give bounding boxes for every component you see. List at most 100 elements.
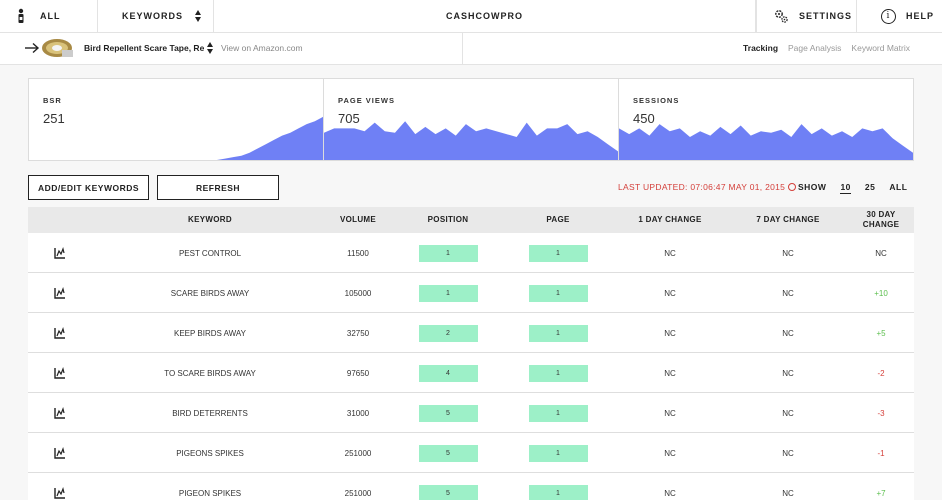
day7-change-cell: NC bbox=[782, 448, 794, 458]
page-pill: 1 bbox=[528, 404, 588, 422]
position-cell: 1 bbox=[408, 273, 488, 313]
day30-change-cell: -1 bbox=[877, 448, 885, 458]
line-chart-icon[interactable] bbox=[54, 247, 66, 259]
position-cell: 5 bbox=[408, 393, 488, 433]
sparkline-area bbox=[619, 124, 913, 160]
product-dropdown-icon[interactable] bbox=[207, 42, 213, 54]
stat-label: BSR bbox=[43, 96, 62, 105]
table-header: KEYWORD VOLUME POSITION PAGE 1 DAY CHANG… bbox=[28, 207, 914, 233]
nav-all[interactable]: ALL bbox=[0, 0, 98, 32]
page-pill: 1 bbox=[528, 484, 588, 500]
chart-icon-cell[interactable] bbox=[48, 233, 72, 273]
col-keyword[interactable]: KEYWORD bbox=[128, 207, 292, 233]
page-pill: 1 bbox=[528, 444, 588, 462]
stat-card-bsr: BSR 251 bbox=[29, 79, 324, 160]
stats-panel: BSR 251 PAGE VIEWS 705 SESSIONS 450 bbox=[28, 78, 914, 161]
keyword-table: PEST CONTROL 11500 1 1 NC NC NC SCARE BI… bbox=[28, 233, 914, 500]
position-pill: 2 bbox=[418, 324, 478, 342]
volume-cell: 251000 bbox=[344, 448, 372, 458]
table-row: BIRD DETERRENTS 31000 5 1 NC NC -3 bbox=[28, 393, 914, 433]
page-cell: 1 bbox=[518, 273, 598, 313]
chart-icon-cell[interactable] bbox=[48, 473, 72, 500]
stat-label: PAGE VIEWS bbox=[338, 96, 395, 105]
brand-title: CASHCOWPRO bbox=[214, 0, 756, 32]
col-7-day-change[interactable]: 7 DAY CHANGE bbox=[738, 207, 838, 233]
arrow-right-icon[interactable] bbox=[24, 42, 40, 54]
nav-keywords[interactable]: KEYWORDS bbox=[98, 0, 214, 32]
nav-settings[interactable]: SETTINGS bbox=[756, 0, 857, 32]
page-cell: 1 bbox=[518, 233, 598, 273]
day7-change-cell: NC bbox=[782, 248, 794, 258]
page-cell: 1 bbox=[518, 473, 598, 500]
position-pill: 1 bbox=[418, 284, 478, 302]
col-position[interactable]: POSITION bbox=[408, 207, 488, 233]
day30-change-cell: +10 bbox=[874, 288, 888, 298]
day7-change-cell: NC bbox=[782, 368, 794, 378]
day7-change-cell: NC bbox=[782, 408, 794, 418]
table-row: KEEP BIRDS AWAY 32750 2 1 NC NC +5 bbox=[28, 313, 914, 353]
product-thumbnail bbox=[42, 39, 73, 57]
clock-icon bbox=[788, 183, 797, 191]
volume-cell: 97650 bbox=[346, 368, 370, 378]
col-volume[interactable]: VOLUME bbox=[318, 207, 398, 233]
refresh-button[interactable]: REFRESH bbox=[157, 175, 279, 200]
keyword-cell: BIRD DETERRENTS bbox=[172, 408, 248, 418]
tab-page-analysis[interactable]: Page Analysis bbox=[788, 43, 841, 53]
last-updated: LAST UPDATED: 07:06:47 MAY 01, 2015 bbox=[618, 182, 797, 192]
brand-label: CASHCOWPRO bbox=[446, 11, 523, 21]
line-chart-icon[interactable] bbox=[54, 367, 66, 379]
volume-cell: 32750 bbox=[346, 328, 370, 338]
sparkline-area bbox=[324, 121, 618, 160]
page-cell: 1 bbox=[518, 393, 598, 433]
chart-icon-cell[interactable] bbox=[48, 273, 72, 313]
day1-change-cell: NC bbox=[664, 288, 676, 298]
page-pill: 1 bbox=[528, 324, 588, 342]
day7-change-cell: NC bbox=[782, 288, 794, 298]
table-row: PEST CONTROL 11500 1 1 NC NC NC bbox=[28, 233, 914, 273]
position-pill: 4 bbox=[418, 364, 478, 382]
product-selector: Bird Repellent Scare Tape, Re View on Am… bbox=[0, 33, 463, 64]
day1-change-cell: NC bbox=[664, 448, 676, 458]
chart-icon-cell[interactable] bbox=[48, 353, 72, 393]
page-cell: 1 bbox=[518, 353, 598, 393]
keyword-cell: SCARE BIRDS AWAY bbox=[170, 288, 250, 298]
sparkline-sessions bbox=[619, 124, 913, 160]
chart-icon-cell[interactable] bbox=[48, 313, 72, 353]
stat-card-page-views: PAGE VIEWS 705 bbox=[324, 79, 619, 160]
show-option-all[interactable]: ALL bbox=[889, 182, 907, 194]
chart-icon-cell[interactable] bbox=[48, 433, 72, 473]
page-cell: 1 bbox=[518, 313, 598, 353]
line-chart-icon[interactable] bbox=[54, 447, 66, 459]
nav-help[interactable]: i HELP bbox=[857, 0, 942, 32]
volume-cell: 251000 bbox=[344, 488, 372, 498]
sparkline-bsr bbox=[29, 116, 323, 160]
view-on-amazon-link[interactable]: View on Amazon.com bbox=[221, 43, 303, 53]
line-chart-icon[interactable] bbox=[54, 487, 66, 499]
nav-keywords-label: KEYWORDS bbox=[122, 11, 184, 21]
col-30-day-change[interactable]: 30 DAY CHANGE bbox=[856, 207, 906, 233]
top-nav: ALL KEYWORDS CASHCOWPRO SETTINGS i HELP bbox=[0, 0, 942, 33]
add-edit-keywords-button[interactable]: ADD/EDIT KEYWORDS bbox=[28, 175, 149, 200]
nav-settings-label: SETTINGS bbox=[799, 11, 853, 21]
line-chart-icon[interactable] bbox=[54, 287, 66, 299]
show-option-25[interactable]: 25 bbox=[865, 182, 875, 194]
day30-change-cell: NC bbox=[875, 248, 887, 258]
col-page[interactable]: PAGE bbox=[518, 207, 598, 233]
chart-icon-cell[interactable] bbox=[48, 393, 72, 433]
line-chart-icon[interactable] bbox=[54, 407, 66, 419]
position-cell: 5 bbox=[408, 473, 488, 500]
line-chart-icon[interactable] bbox=[54, 327, 66, 339]
show-option-10[interactable]: 10 bbox=[840, 182, 851, 194]
day1-change-cell: NC bbox=[664, 368, 676, 378]
day7-change-cell: NC bbox=[782, 328, 794, 338]
position-pill: 1 bbox=[418, 244, 478, 262]
position-cell: 5 bbox=[408, 433, 488, 473]
position-cell: 4 bbox=[408, 353, 488, 393]
tab-keyword-matrix[interactable]: Keyword Matrix bbox=[851, 43, 910, 53]
position-cell: 2 bbox=[408, 313, 488, 353]
keyword-cell: PIGEON SPIKES bbox=[178, 488, 242, 498]
col-1-day-change[interactable]: 1 DAY CHANGE bbox=[620, 207, 720, 233]
page-pill: 1 bbox=[528, 244, 588, 262]
tab-tracking[interactable]: Tracking bbox=[743, 43, 778, 53]
product-title[interactable]: Bird Repellent Scare Tape, Re bbox=[84, 43, 204, 53]
